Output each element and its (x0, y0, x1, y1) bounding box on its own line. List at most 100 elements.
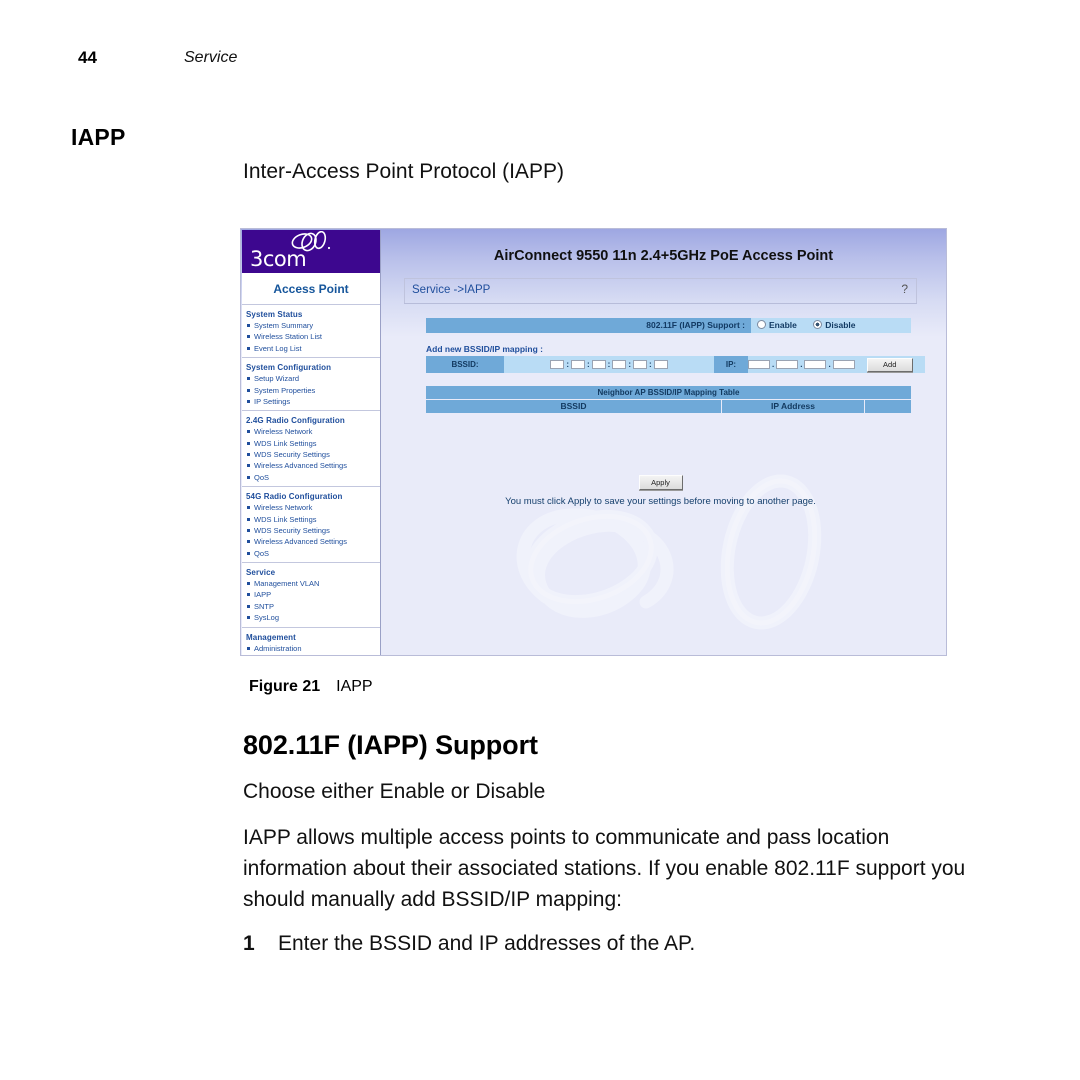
sidebar-item-syslog[interactable]: SysLog (242, 612, 380, 623)
document-page: 44 Service IAPP Inter-Access Point Proto… (0, 0, 1080, 1080)
bssid-input-group[interactable]: : : : : : (504, 356, 714, 373)
sidebar-group-title: 2.4G Radio Configuration (246, 416, 345, 426)
radio-enable-icon[interactable] (757, 320, 766, 329)
brand-logo: 3com (242, 230, 380, 273)
bssid-label: BSSID: (426, 356, 504, 373)
bssid-separator: : (607, 360, 611, 369)
page-number: 44 (78, 48, 97, 67)
sidebar-item-54g-wireless-network[interactable]: Wireless Network (242, 502, 380, 513)
sidebar-item-54g-wireless-advanced-settings[interactable]: Wireless Advanced Settings (242, 536, 380, 547)
breadcrumb-bar: Service ->IAPP ? (404, 278, 917, 304)
add-mapping-row: BSSID: : : : : : IP: . . . Add (426, 356, 925, 373)
brand-wordmark: 3com (250, 247, 307, 271)
body-paragraph: IAPP allows multiple access points to co… (243, 826, 966, 911)
add-button-cell: Add (854, 356, 925, 373)
running-head: 44 Service (78, 48, 958, 74)
sidebar-group-system-configuration: System Configuration Setup Wizard System… (242, 358, 380, 412)
bssid-octet-2[interactable] (570, 360, 585, 369)
bssid-separator: : (628, 360, 631, 369)
web-ui-content: AirConnect 9550 11n 2.4+5GHz PoE Access … (382, 230, 945, 654)
add-mapping-label: Add new BSSID/IP mapping : (426, 344, 543, 354)
web-ui-sidebar: 3com Access Point System Status System S… (242, 230, 381, 655)
bssid-separator: : (566, 360, 569, 369)
sidebar-item-24g-wds-link-settings[interactable]: WDS Link Settings (242, 438, 380, 449)
table-column-ip-address: IP Address (722, 400, 864, 413)
figure-screenshot: 3com Access Point System Status System S… (240, 228, 947, 656)
ip-separator: . (828, 360, 831, 369)
mapping-table-header: BSSID IP Address (426, 400, 911, 413)
sidebar-heading: Access Point (242, 273, 380, 305)
sidebar-item-management-vlan[interactable]: Management VLAN (242, 578, 380, 589)
ip-separator: . (772, 360, 775, 369)
product-title: AirConnect 9550 11n 2.4+5GHz PoE Access … (493, 248, 834, 264)
bssid-octet-6[interactable] (653, 360, 668, 369)
body-step-1: 1 Enter the BSSID and IP addresses of the… (243, 932, 973, 956)
sidebar-item-24g-wireless-advanced-settings[interactable]: Wireless Advanced Settings (242, 460, 380, 471)
sidebar-item-54g-wds-link-settings[interactable]: WDS Link Settings (242, 514, 380, 525)
radio-option-disable[interactable]: Disable (813, 320, 856, 330)
ip-input-group[interactable]: . . . (748, 356, 855, 373)
sidebar-group-management: Management Administration SNMP MAC Filte… (242, 628, 380, 656)
sidebar-item-24g-wireless-network[interactable]: Wireless Network (242, 426, 380, 437)
apply-button-row: Apply (404, 472, 917, 490)
radio-enable-label: Enable (769, 320, 797, 330)
apply-button[interactable]: Apply (638, 475, 683, 490)
figure-caption-text: IAPP (336, 678, 373, 695)
sidebar-item-event-log-list[interactable]: Event Log List (242, 343, 380, 354)
iapp-support-label: 802.11F (IAPP) Support : (426, 318, 751, 333)
figure-caption: Figure 21 IAPP (249, 678, 373, 696)
section-intro: Inter-Access Point Protocol (IAPP) (243, 160, 564, 183)
bssid-octet-1[interactable] (550, 360, 565, 369)
radio-option-enable[interactable]: Enable (757, 320, 797, 330)
breadcrumb[interactable]: Service ->IAPP (412, 284, 490, 296)
sidebar-item-ip-settings[interactable]: IP Settings (242, 396, 380, 407)
sidebar-group-title: Management (246, 632, 296, 642)
sidebar-item-snmp[interactable]: SNMP (242, 654, 380, 656)
sidebar-group-title: 54G Radio Configuration (246, 492, 343, 502)
table-column-action (865, 400, 911, 413)
ip-octet-1[interactable] (748, 360, 770, 369)
bssid-separator: : (649, 360, 652, 369)
sidebar-item-wireless-station-list[interactable]: Wireless Station List (242, 331, 380, 342)
radio-disable-label: Disable (825, 320, 856, 330)
iapp-settings-panel: 802.11F (IAPP) Support : Enable Disable … (404, 303, 925, 507)
ip-label: IP: (714, 356, 748, 373)
sidebar-item-system-properties[interactable]: System Properties (242, 385, 380, 396)
section-title: IAPP (71, 124, 126, 150)
step-number: 1 (243, 932, 255, 955)
sidebar-item-54g-wds-security-settings[interactable]: WDS Security Settings (242, 525, 380, 536)
sidebar-item-24g-qos[interactable]: QoS (242, 472, 380, 483)
iapp-support-row: 802.11F (IAPP) Support : Enable Disable (426, 318, 911, 333)
apply-note: You must click Apply to save your settin… (505, 496, 816, 507)
help-icon[interactable]: ? (901, 282, 908, 296)
step-text: Enter the BSSID and IP addresses of the … (278, 932, 696, 955)
sidebar-item-sntp[interactable]: SNTP (242, 601, 380, 612)
sidebar-group-service: Service Management VLAN IAPP SNTP SysLog (242, 563, 380, 628)
bssid-separator: : (586, 360, 590, 369)
sidebar-item-24g-wds-security-settings[interactable]: WDS Security Settings (242, 449, 380, 460)
sidebar-item-setup-wizard[interactable]: Setup Wizard (242, 373, 380, 384)
radio-disable-icon[interactable] (813, 320, 823, 329)
sidebar-item-54g-qos[interactable]: QoS (242, 548, 380, 559)
sidebar-group-title: System Status (246, 310, 303, 319)
sidebar-group-54g-radio-configuration: 54G Radio Configuration Wireless Network… (242, 487, 380, 563)
bssid-octet-5[interactable] (633, 360, 647, 369)
table-column-bssid: BSSID (426, 400, 721, 413)
ip-octet-3[interactable] (804, 360, 827, 369)
sidebar-item-system-summary[interactable]: System Summary (242, 320, 380, 331)
sidebar-item-administration[interactable]: Administration (242, 643, 380, 654)
bssid-octet-3[interactable] (591, 360, 606, 369)
ip-octet-2[interactable] (776, 360, 799, 369)
ip-separator: . (800, 360, 803, 369)
body-heading: 802.11F (IAPP) Support (243, 730, 538, 760)
sidebar-item-iapp[interactable]: IAPP (242, 589, 380, 600)
sidebar-group-title: System Configuration (246, 363, 332, 373)
sidebar-group-system-status: System Status System Summary Wireless St… (242, 305, 380, 359)
figure-caption-label: Figure 21 (249, 678, 321, 695)
sidebar-group-title: Service (246, 568, 276, 577)
bssid-octet-4[interactable] (612, 360, 627, 369)
sidebar-group-24g-radio-configuration: 2.4G Radio Configuration Wireless Networ… (242, 411, 380, 488)
mapping-table-title: Neighbor AP BSSID/IP Mapping Table (426, 386, 911, 399)
ip-octet-4[interactable] (832, 360, 855, 369)
add-button[interactable]: Add (866, 357, 913, 372)
